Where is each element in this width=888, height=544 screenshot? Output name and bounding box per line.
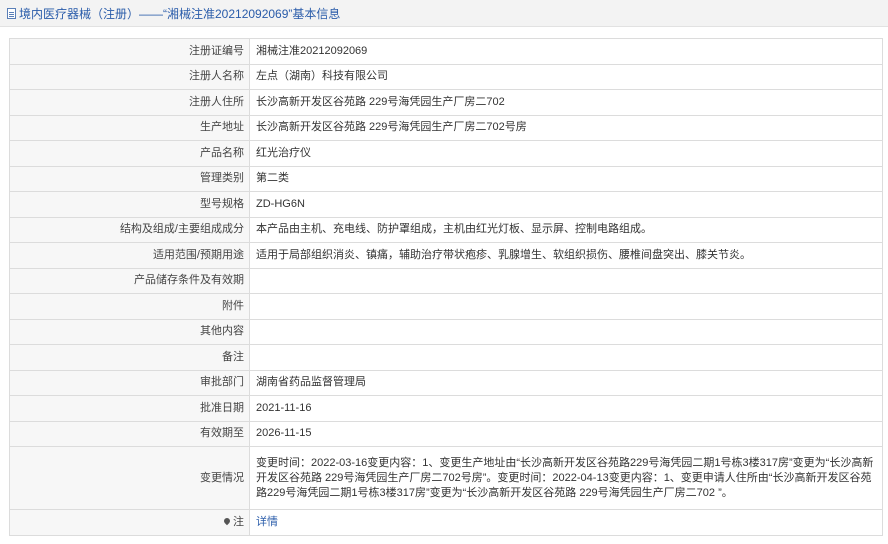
table-row-model-spec: 型号规格 ZD-HG6N bbox=[9, 191, 883, 218]
page-title: 境内医疗器械（注册）——“湘械注准20212092069”基本信息 bbox=[19, 6, 341, 21]
row-value: 长沙高新开发区谷苑路 229号海凭园生产厂房二702 bbox=[249, 89, 883, 116]
note-label: 注 bbox=[233, 515, 244, 528]
table-row-note: 注 详情 bbox=[9, 509, 883, 536]
row-label: 产品储存条件及有效期 bbox=[9, 267, 250, 294]
row-value bbox=[249, 267, 883, 294]
table-row-registrant-name: 注册人名称 左点（湖南）科技有限公司 bbox=[9, 63, 883, 90]
table-row-structure: 结构及组成/主要组成成分 本产品由主机、充电线、防护罩组成，主机由红光灯板、显示… bbox=[9, 216, 883, 243]
row-value: 第二类 bbox=[249, 165, 883, 192]
table-row-valid-until: 有效期至 2026-11-15 bbox=[9, 420, 883, 447]
pin-icon bbox=[222, 516, 232, 525]
row-value: 适用于局部组织消炎、镇痛，辅助治疗带状疱疹、乳腺增生、软组织损伤、腰椎间盘突出、… bbox=[249, 242, 883, 269]
table-row-storage: 产品储存条件及有效期 bbox=[9, 267, 883, 294]
table-row-remarks: 备注 bbox=[9, 344, 883, 371]
table-row-product-name: 产品名称 红光治疗仪 bbox=[9, 140, 883, 167]
row-value bbox=[249, 293, 883, 320]
details-link[interactable]: 详情 bbox=[256, 516, 278, 528]
row-label: 注册证编号 bbox=[9, 38, 250, 65]
row-label: 变更情况 bbox=[9, 446, 250, 510]
row-label-note: 注 bbox=[9, 509, 250, 536]
table-row-management-category: 管理类别 第二类 bbox=[9, 165, 883, 192]
row-label: 注册人名称 bbox=[9, 63, 250, 90]
table-row-approval-dept: 审批部门 湖南省药品监督管理局 bbox=[9, 369, 883, 396]
table-row-attachment: 附件 bbox=[9, 293, 883, 320]
row-value bbox=[249, 344, 883, 371]
page-header: 境内医疗器械（注册）——“湘械注准20212092069”基本信息 bbox=[0, 0, 888, 27]
row-value-note: 详情 bbox=[249, 509, 883, 536]
row-label: 生产地址 bbox=[9, 114, 250, 141]
row-label: 审批部门 bbox=[9, 369, 250, 396]
row-value: 左点（湖南）科技有限公司 bbox=[249, 63, 883, 90]
table-row-production-address: 生产地址 长沙高新开发区谷苑路 229号海凭园生产厂房二702号房 bbox=[9, 114, 883, 141]
info-table: 注册证编号 湘械注准20212092069 注册人名称 左点（湖南）科技有限公司… bbox=[9, 38, 883, 536]
row-value: 湖南省药品监督管理局 bbox=[249, 369, 883, 396]
row-value: 本产品由主机、充电线、防护罩组成，主机由红光灯板、显示屏、控制电路组成。 bbox=[249, 216, 883, 243]
row-value: 湘械注准20212092069 bbox=[249, 38, 883, 65]
row-value: 2026-11-15 bbox=[249, 420, 883, 447]
row-label: 附件 bbox=[9, 293, 250, 320]
row-label: 其他内容 bbox=[9, 318, 250, 345]
row-label: 备注 bbox=[9, 344, 250, 371]
table-row-registrant-address: 注册人住所 长沙高新开发区谷苑路 229号海凭园生产厂房二702 bbox=[9, 89, 883, 116]
row-label: 管理类别 bbox=[9, 165, 250, 192]
row-value: 红光治疗仪 bbox=[249, 140, 883, 167]
document-icon bbox=[7, 7, 16, 19]
row-value: ZD-HG6N bbox=[249, 191, 883, 218]
row-label: 产品名称 bbox=[9, 140, 250, 167]
row-label: 批准日期 bbox=[9, 395, 250, 422]
row-value: 长沙高新开发区谷苑路 229号海凭园生产厂房二702号房 bbox=[249, 114, 883, 141]
table-row-approval-date: 批准日期 2021-11-16 bbox=[9, 395, 883, 422]
row-value bbox=[249, 318, 883, 345]
info-panel: 注册证编号 湘械注准20212092069 注册人名称 左点（湖南）科技有限公司… bbox=[9, 38, 883, 536]
row-label: 注册人住所 bbox=[9, 89, 250, 116]
table-row-other: 其他内容 bbox=[9, 318, 883, 345]
table-row-change-history: 变更情况 变更时间：2022-03-16变更内容：1、变更生产地址由“长沙高新开… bbox=[9, 446, 883, 510]
table-row-intended-use: 适用范围/预期用途 适用于局部组织消炎、镇痛，辅助治疗带状疱疹、乳腺增生、软组织… bbox=[9, 242, 883, 269]
row-label: 型号规格 bbox=[9, 191, 250, 218]
row-value: 变更时间：2022-03-16变更内容：1、变更生产地址由“长沙高新开发区谷苑路… bbox=[249, 446, 883, 510]
row-label: 适用范围/预期用途 bbox=[9, 242, 250, 269]
row-value: 2021-11-16 bbox=[249, 395, 883, 422]
row-label: 有效期至 bbox=[9, 420, 250, 447]
table-row-registration-number: 注册证编号 湘械注准20212092069 bbox=[9, 38, 883, 65]
row-label: 结构及组成/主要组成成分 bbox=[9, 216, 250, 243]
